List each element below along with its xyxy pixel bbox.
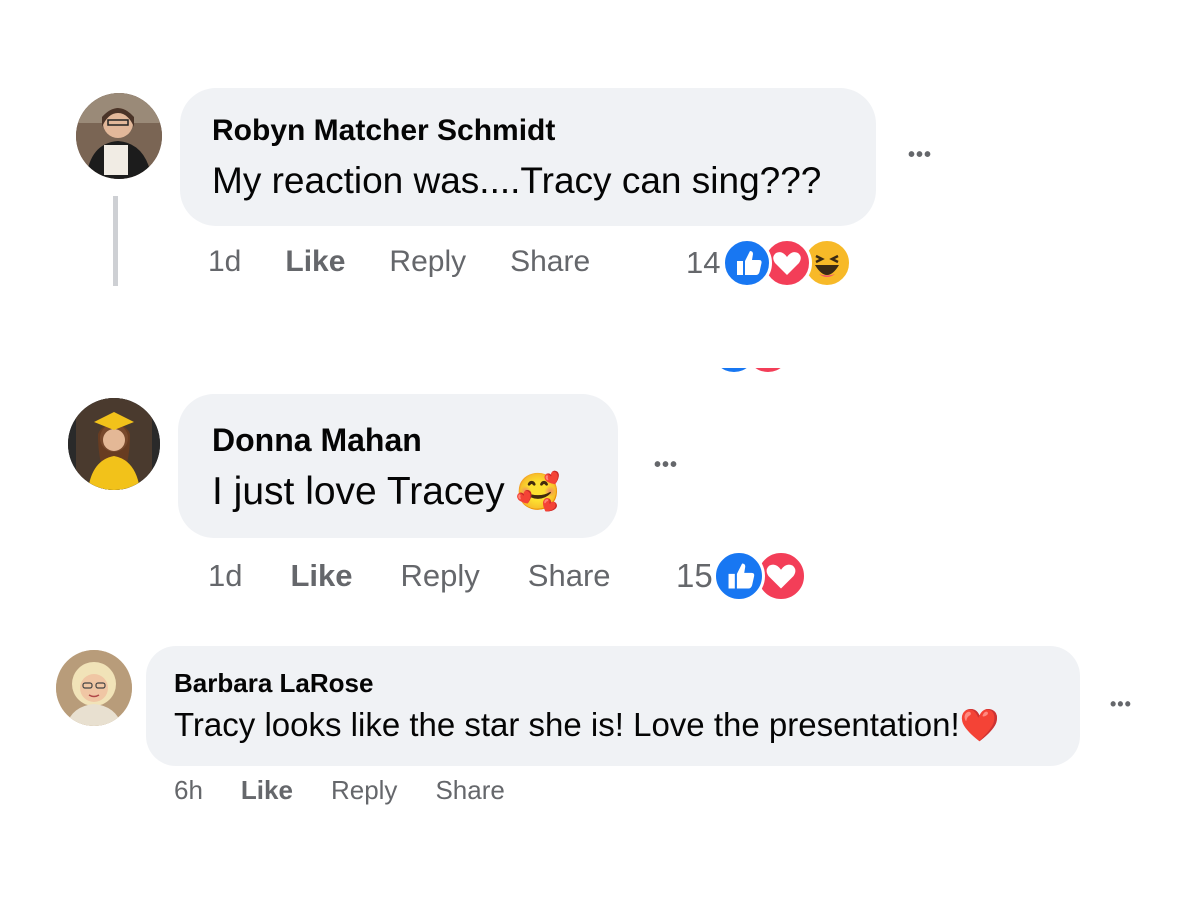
like-button[interactable]: Like — [290, 558, 352, 594]
share-button[interactable]: Share — [435, 775, 504, 806]
comment-text: Tracy looks like the star she is! Love t… — [174, 706, 1000, 744]
comment-text-body: I just love Tracey — [212, 470, 505, 513]
comment-actions: 1d Like Reply Share — [208, 244, 590, 280]
reply-button[interactable]: Reply — [331, 775, 397, 806]
comment-bubble: Barbara LaRose Tracy looks like the star… — [146, 646, 1080, 766]
timestamp[interactable]: 1d — [208, 245, 241, 279]
share-button[interactable]: Share — [510, 245, 590, 279]
comment-author[interactable]: Donna Mahan — [212, 422, 422, 459]
comment-bubble: Robyn Matcher Schmidt My reaction was...… — [180, 88, 876, 226]
red-heart-icon: ❤️ — [959, 707, 1000, 743]
like-button[interactable]: Like — [285, 245, 345, 279]
more-options-button[interactable]: ••• — [1110, 694, 1132, 715]
avatar[interactable] — [76, 93, 162, 179]
thread-line — [113, 196, 118, 286]
avatar-photo-icon — [68, 398, 160, 490]
comment-author[interactable]: Robyn Matcher Schmidt — [212, 114, 555, 148]
avatar-photo-icon — [56, 650, 132, 726]
reaction-summary[interactable]: 15 — [676, 550, 807, 602]
comment-text: My reaction was....Tracy can sing??? — [212, 160, 822, 201]
comment-author[interactable]: Barbara LaRose — [174, 668, 373, 699]
comment-actions: 1d Like Reply Share — [208, 558, 611, 594]
like-button[interactable]: Like — [241, 775, 293, 806]
reaction-count: 15 — [676, 557, 713, 594]
reaction-summary[interactable]: 14 — [686, 238, 853, 288]
cropped-reaction-edge — [712, 368, 792, 374]
more-options-button[interactable]: ••• — [908, 144, 932, 167]
more-options-button[interactable]: ••• — [654, 454, 678, 477]
smiling-face-with-hearts-icon: 🥰 — [515, 471, 561, 512]
share-button[interactable]: Share — [528, 558, 611, 594]
avatar[interactable] — [56, 650, 132, 726]
comment-actions: 6h Like Reply Share — [174, 774, 505, 806]
avatar-photo-icon — [76, 93, 162, 179]
reaction-count: 14 — [686, 245, 721, 280]
avatar[interactable] — [68, 398, 160, 490]
comment-text: I just love Tracey 🥰 — [212, 470, 560, 514]
comment-bubble: Donna Mahan I just love Tracey 🥰 — [178, 394, 618, 538]
like-icon — [722, 238, 773, 288]
timestamp[interactable]: 6h — [174, 775, 203, 806]
like-icon — [712, 550, 765, 602]
reply-button[interactable]: Reply — [401, 558, 480, 594]
comment-text-body: Tracy looks like the star she is! Love t… — [174, 706, 960, 743]
reply-button[interactable]: Reply — [389, 245, 466, 279]
timestamp[interactable]: 1d — [208, 558, 242, 594]
